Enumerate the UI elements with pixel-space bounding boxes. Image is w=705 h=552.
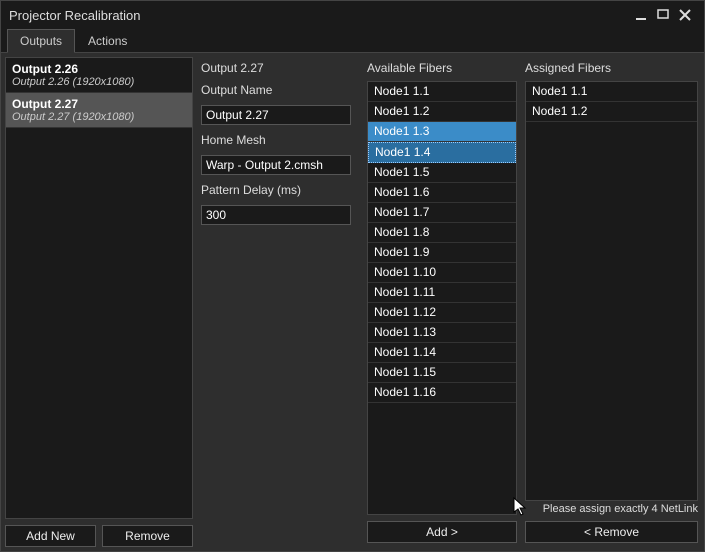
properties-panel: Output 2.27 Output Name Home Mesh Patter…: [199, 57, 359, 547]
minimize-icon[interactable]: [630, 7, 652, 23]
fiber-list-item[interactable]: Node1 1.14: [368, 343, 516, 363]
fiber-list-item[interactable]: Node1 1.15: [368, 363, 516, 383]
available-fibers-column: Available Fibers Node1 1.1Node1 1.2Node1…: [367, 61, 517, 543]
available-fibers-list[interactable]: Node1 1.1Node1 1.2Node1 1.3Node1 1.4Node…: [367, 81, 517, 515]
fiber-list-item[interactable]: Node1 1.1: [526, 82, 697, 102]
available-fibers-label: Available Fibers: [367, 61, 517, 75]
fiber-list-item[interactable]: Node1 1.1: [368, 82, 516, 102]
pattern-delay-input[interactable]: [201, 205, 351, 225]
titlebar: Projector Recalibration: [1, 1, 704, 29]
assigned-fibers-label: Assigned Fibers: [525, 61, 698, 75]
home-mesh-input[interactable]: [201, 155, 351, 175]
fiber-list-item[interactable]: Node1 1.12: [368, 303, 516, 323]
output-item-name: Output 2.27: [12, 97, 186, 111]
output-name-input[interactable]: [201, 105, 351, 125]
assigned-fibers-column: Assigned Fibers Node1 1.1Node1 1.2 Pleas…: [525, 61, 698, 543]
remove-fiber-button[interactable]: < Remove: [525, 521, 698, 543]
add-new-button[interactable]: Add New: [5, 525, 96, 547]
output-list-item[interactable]: Output 2.27Output 2.27 (1920x1080): [6, 93, 192, 128]
home-mesh-label: Home Mesh: [201, 133, 357, 147]
output-item-name: Output 2.26: [12, 62, 186, 76]
fiber-list-item[interactable]: Node1 1.5: [368, 163, 516, 183]
assign-hint: Please assign exactly 4 NetLink: [525, 503, 698, 515]
output-heading: Output 2.27: [201, 61, 357, 75]
window-title: Projector Recalibration: [9, 8, 141, 23]
fiber-list-item[interactable]: Node1 1.6: [368, 183, 516, 203]
fiber-list-item[interactable]: Node1 1.8: [368, 223, 516, 243]
outputs-panel: Output 2.26Output 2.26 (1920x1080)Output…: [5, 57, 193, 547]
app-window: Projector Recalibration Outputs Actions …: [0, 0, 705, 552]
outputs-list[interactable]: Output 2.26Output 2.26 (1920x1080)Output…: [5, 57, 193, 519]
fiber-list-item[interactable]: Node1 1.16: [368, 383, 516, 403]
content-area: Output 2.26Output 2.26 (1920x1080)Output…: [1, 53, 704, 551]
output-list-item[interactable]: Output 2.26Output 2.26 (1920x1080): [6, 58, 192, 93]
tab-bar: Outputs Actions: [1, 29, 704, 53]
fiber-list-item[interactable]: Node1 1.7: [368, 203, 516, 223]
output-name-label: Output Name: [201, 83, 357, 97]
fiber-list-item[interactable]: Node1 1.2: [526, 102, 697, 122]
output-item-resolution: Output 2.27 (1920x1080): [12, 111, 186, 123]
fibers-panel: Available Fibers Node1 1.1Node1 1.2Node1…: [365, 57, 700, 547]
fiber-list-item[interactable]: Node1 1.4: [368, 142, 516, 163]
tab-outputs[interactable]: Outputs: [7, 29, 75, 53]
fiber-list-item[interactable]: Node1 1.13: [368, 323, 516, 343]
maximize-icon[interactable]: [652, 7, 674, 23]
fiber-list-item[interactable]: Node1 1.11: [368, 283, 516, 303]
fiber-list-item[interactable]: Node1 1.10: [368, 263, 516, 283]
fiber-list-item[interactable]: Node1 1.9: [368, 243, 516, 263]
add-fiber-button[interactable]: Add >: [367, 521, 517, 543]
close-icon[interactable]: [674, 7, 696, 23]
remove-output-button[interactable]: Remove: [102, 525, 193, 547]
assigned-fibers-list[interactable]: Node1 1.1Node1 1.2: [525, 81, 698, 501]
fiber-list-item[interactable]: Node1 1.3: [368, 122, 516, 142]
fiber-list-item[interactable]: Node1 1.2: [368, 102, 516, 122]
tab-actions[interactable]: Actions: [75, 29, 140, 52]
pattern-delay-label: Pattern Delay (ms): [201, 183, 357, 197]
output-item-resolution: Output 2.26 (1920x1080): [12, 76, 186, 88]
